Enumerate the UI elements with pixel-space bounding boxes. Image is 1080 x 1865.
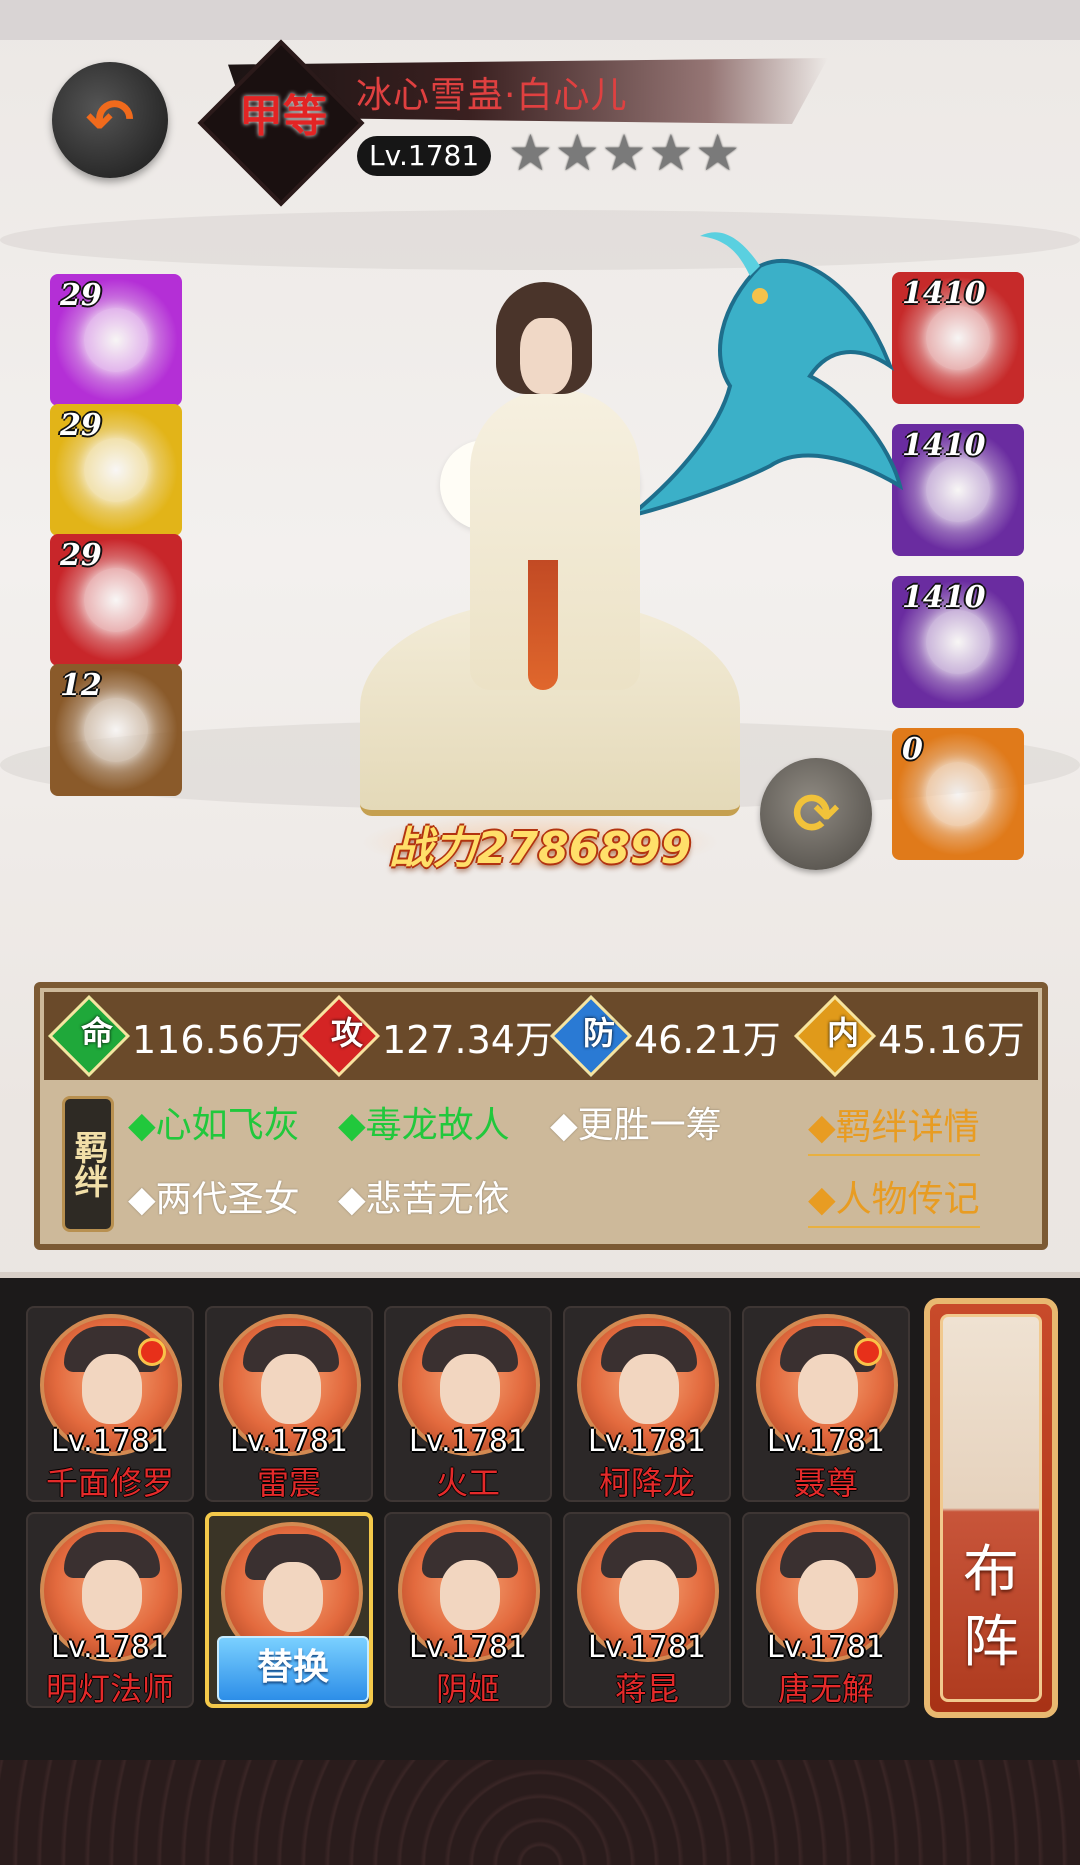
left-slot-1[interactable]: 29 <box>50 274 182 406</box>
replace-button[interactable]: 替换 <box>217 1636 369 1702</box>
hero-name: 唐无解 <box>777 1670 874 1708</box>
roster-hero-1[interactable]: Lv.1781 千面修罗 <box>26 1306 194 1502</box>
hero-name: 阴姬 <box>435 1670 500 1708</box>
notification-dot-icon <box>138 1338 166 1366</box>
slot-count: 29 <box>60 408 102 443</box>
right-slot-2[interactable]: 1410 <box>892 424 1024 556</box>
slot-count: 1410 <box>902 428 986 463</box>
portrait-face <box>798 1354 858 1424</box>
star-rating: ★★★★★ <box>508 124 743 182</box>
roster-hero-5[interactable]: Lv.1781 聂尊 <box>742 1306 910 1502</box>
right-slot-1[interactable]: 1410 <box>892 272 1024 404</box>
stat-value: 116.56万 <box>132 1017 303 1062</box>
stat-value: 46.21万 <box>634 1017 781 1062</box>
slot-count: 0 <box>902 732 923 767</box>
left-slot-2[interactable]: 29 <box>50 404 182 536</box>
slot-count: 1410 <box>902 580 986 615</box>
hero-name: 冰心雪蛊·白心儿 <box>356 75 628 116</box>
roster-hero-3[interactable]: Lv.1781 火工 <box>384 1306 552 1502</box>
hero-name: 蒋昆 <box>614 1670 679 1708</box>
portrait-face <box>263 1562 323 1632</box>
bond-details-link[interactable]: ◆羁绊详情 <box>808 1098 980 1156</box>
formation-button[interactable]: 布阵 <box>924 1298 1058 1718</box>
footer-pattern <box>0 1760 1080 1865</box>
portrait-face <box>619 1560 679 1630</box>
formation-label: 布阵 <box>963 1540 1019 1675</box>
portrait-face <box>82 1354 142 1424</box>
hero-face <box>520 318 572 394</box>
bond-item: ◆悲苦无依 <box>338 1179 510 1220</box>
phoenix-mount-icon <box>628 232 904 518</box>
notification-dot-icon <box>854 1338 882 1366</box>
grade-text: 甲等 <box>239 91 327 142</box>
roster-hero-2[interactable]: Lv.1781 雷震 <box>205 1306 373 1502</box>
right-slot-4[interactable]: 0 <box>892 728 1024 860</box>
hero-level: Lv.1781 <box>50 1630 170 1665</box>
portrait-face <box>619 1354 679 1424</box>
hero-name: 雷震 <box>256 1464 321 1502</box>
hero-name: 柯降龙 <box>598 1464 695 1502</box>
bond-item: ◆两代圣女 <box>128 1179 300 1220</box>
hero-tassel <box>528 560 558 690</box>
hero-level: Lv.1781 <box>766 1630 886 1665</box>
stat-value: 127.34万 <box>382 1017 553 1062</box>
stat-label: 内 <box>826 1014 859 1052</box>
portrait-face <box>440 1354 500 1424</box>
hero-level: Lv.1781 <box>587 1630 707 1665</box>
portrait-face <box>440 1560 500 1630</box>
roster-hero-8[interactable]: Lv.1781 阴姬 <box>384 1512 552 1708</box>
hero-level: Lv.1781 <box>229 1424 349 1459</box>
stat-1: 命 116.56万 <box>47 994 303 1078</box>
left-slot-3[interactable]: 29 <box>50 534 182 666</box>
stat-value: 45.16万 <box>878 1017 1025 1062</box>
portrait-face <box>798 1560 858 1630</box>
hero-name: 火工 <box>435 1464 500 1502</box>
swap-hero-button[interactable]: ⟳ <box>760 758 872 870</box>
hero-level: Lv.1781 <box>357 136 492 176</box>
back-arrow-icon: ↶ <box>85 86 135 154</box>
roster-hero-7[interactable]: 替换 <box>205 1512 373 1708</box>
hero-name: 千面修罗 <box>45 1464 174 1502</box>
stat-4: 内 45.16万 <box>793 994 1025 1078</box>
hero-name: 聂尊 <box>793 1464 858 1502</box>
hero-level: Lv.1781 <box>408 1424 528 1459</box>
bond-item: ◆毒龙故人 <box>338 1105 510 1146</box>
stat-label: 命 <box>80 1014 113 1052</box>
roster-hero-10[interactable]: Lv.1781 唐无解 <box>742 1512 910 1708</box>
bond-tag: 羁绊 <box>62 1096 114 1232</box>
hero-name: 明灯法师 <box>45 1670 174 1708</box>
combat-power: 战力2786899 <box>360 812 720 874</box>
stat-3: 防 46.21万 <box>549 994 781 1078</box>
roster-hero-4[interactable]: Lv.1781 柯降龙 <box>563 1306 731 1502</box>
bond-item: ◆更胜一筹 <box>550 1105 722 1146</box>
hero-level: Lv.1781 <box>587 1424 707 1459</box>
slot-count: 29 <box>60 538 102 573</box>
portrait-face <box>261 1354 321 1424</box>
portrait-face <box>82 1560 142 1630</box>
left-slot-4[interactable]: 12 <box>50 664 182 796</box>
bond-item: ◆心如飞灰 <box>128 1105 300 1146</box>
roster-hero-6[interactable]: Lv.1781 明灯法师 <box>26 1512 194 1708</box>
slot-count: 29 <box>60 278 102 313</box>
stat-2: 攻 127.34万 <box>297 994 553 1078</box>
stat-label: 防 <box>582 1014 615 1052</box>
hero-level: Lv.1781 <box>408 1630 528 1665</box>
slot-count: 1410 <box>902 276 986 311</box>
hero-level: Lv.1781 <box>50 1424 170 1459</box>
biography-link[interactable]: ◆人物传记 <box>808 1170 980 1228</box>
right-slot-3[interactable]: 1410 <box>892 576 1024 708</box>
mountain-mist <box>0 210 1080 270</box>
stat-label: 攻 <box>330 1014 363 1052</box>
status-bar <box>0 0 1080 40</box>
hero-level: Lv.1781 <box>766 1424 886 1459</box>
back-button[interactable]: ↶ <box>52 62 168 178</box>
slot-count: 12 <box>60 668 102 703</box>
roster-hero-9[interactable]: Lv.1781 蒋昆 <box>563 1512 731 1708</box>
swap-icon: ⟳ <box>792 781 840 847</box>
